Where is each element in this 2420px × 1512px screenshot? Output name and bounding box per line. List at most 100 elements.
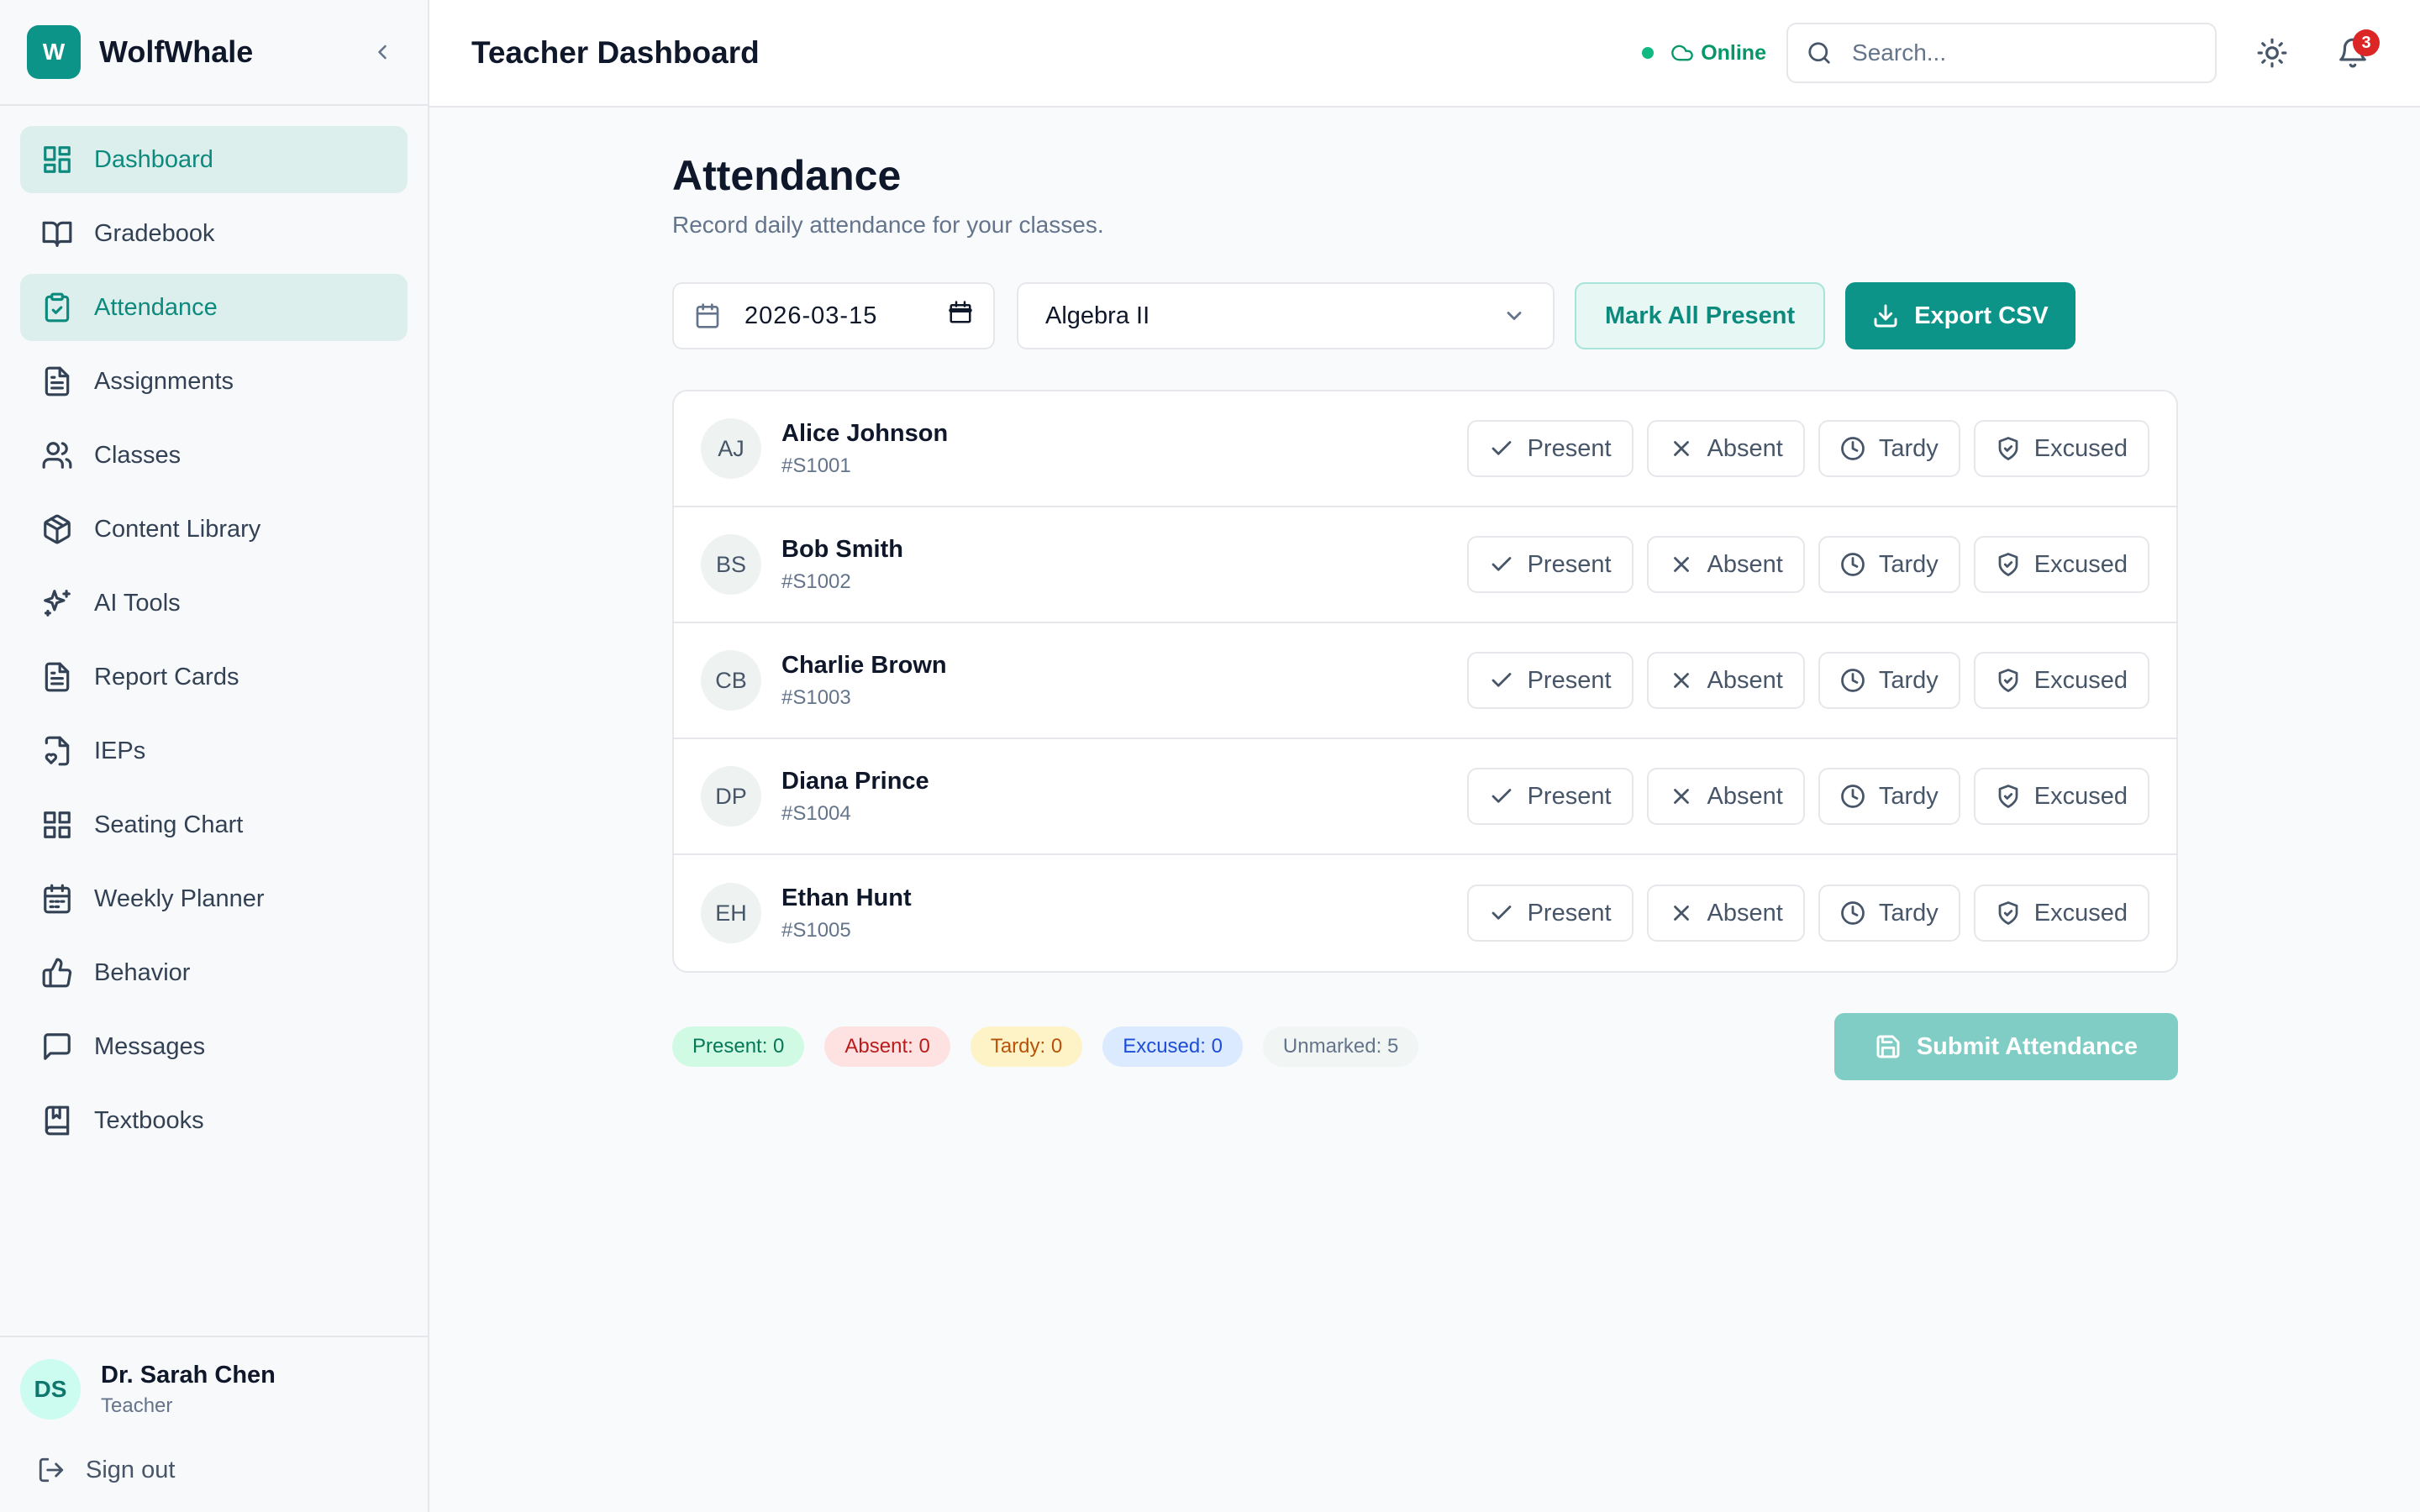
absent-label: Absent <box>1707 899 1783 927</box>
sidebar-item-messages[interactable]: Messages <box>20 1013 408 1080</box>
student-name: Charlie Brown <box>781 651 947 679</box>
present-button[interactable]: Present <box>1466 768 1634 825</box>
tardy-button[interactable]: Tardy <box>1818 652 1960 709</box>
present-label: Present <box>1527 434 1612 462</box>
brand: W WolfWhale <box>0 0 428 106</box>
sidebar-item-label: Classes <box>94 441 182 469</box>
sidebar-item-label: Dashboard <box>94 145 213 173</box>
absent-button[interactable]: Absent <box>1646 536 1805 593</box>
sidebar-item-label: Weekly Planner <box>94 885 265 912</box>
clipboard-check-icon <box>40 291 74 324</box>
submit-attendance-button[interactable]: Submit Attendance <box>1833 1013 2178 1080</box>
sign-out-label: Sign out <box>86 1456 176 1483</box>
absent-button[interactable]: Absent <box>1646 885 1805 942</box>
excused-label: Excused <box>2033 782 2128 810</box>
clock-icon <box>1840 785 1865 808</box>
user-info: Dr. Sarah Chen Teacher <box>101 1362 276 1418</box>
sun-icon <box>2257 38 2287 68</box>
mark-all-present-button[interactable]: Mark All Present <box>1575 282 1826 349</box>
search-box[interactable] <box>1786 23 2217 83</box>
clock-icon <box>1840 669 1865 692</box>
check-icon <box>1491 673 1511 687</box>
book-icon <box>40 1104 74 1137</box>
sidebar-item-weekly-planner[interactable]: Weekly Planner <box>20 865 408 932</box>
tardy-button[interactable]: Tardy <box>1818 420 1960 477</box>
present-button[interactable]: Present <box>1466 536 1634 593</box>
clock-icon <box>1840 553 1865 576</box>
sidebar-item-label: Gradebook <box>94 219 215 247</box>
sidebar-item-classes[interactable]: Classes <box>20 422 408 489</box>
excused-button[interactable]: Excused <box>1973 652 2149 709</box>
collapse-sidebar-button[interactable] <box>364 34 401 71</box>
sidebar-item-textbooks[interactable]: Textbooks <box>20 1087 408 1154</box>
sidebar-item-content-library[interactable]: Content Library <box>20 496 408 563</box>
absent-button[interactable]: Absent <box>1646 768 1805 825</box>
avatar: AJ <box>701 418 761 479</box>
file-text-icon <box>40 365 74 398</box>
date-picker[interactable]: 2026-03-15 <box>672 282 995 349</box>
tardy-button[interactable]: Tardy <box>1818 768 1960 825</box>
absent-button[interactable]: Absent <box>1646 652 1805 709</box>
brand-logo[interactable]: W <box>27 25 81 79</box>
user-role: Teacher <box>101 1394 173 1417</box>
class-select[interactable]: Algebra II <box>1017 282 1555 349</box>
sidebar-item-behavior[interactable]: Behavior <box>20 939 408 1006</box>
excused-label: Excused <box>2033 666 2128 694</box>
student-id: #S1005 <box>781 918 851 942</box>
attendance-subtitle: Record daily attendance for your classes… <box>672 212 1104 238</box>
sidebar-item-report-cards[interactable]: Report Cards <box>20 643 408 711</box>
present-button[interactable]: Present <box>1466 652 1634 709</box>
notifications-button[interactable]: 3 <box>2328 28 2380 78</box>
sidebar-item-label: Messages <box>94 1032 206 1060</box>
shield-check-icon <box>1998 437 2018 460</box>
attendance-toolbar: 2026-03-15 Algebra II Mark All Present E… <box>672 282 2178 349</box>
sidebar-item-assignments[interactable]: Assignments <box>20 348 408 415</box>
layout-grid-icon <box>40 143 74 176</box>
excused-button[interactable]: Excused <box>1973 885 2149 942</box>
export-csv-button[interactable]: Export CSV <box>1845 282 2075 349</box>
x-icon <box>1673 441 1689 456</box>
user-profile[interactable]: DS Dr. Sarah Chen Teacher <box>20 1352 408 1426</box>
calendar-picker-button[interactable] <box>948 300 973 332</box>
excused-button[interactable]: Excused <box>1973 420 2149 477</box>
sidebar-item-label: Textbooks <box>94 1106 204 1134</box>
tardy-button[interactable]: Tardy <box>1818 885 1960 942</box>
sidebar-item-attendance[interactable]: Attendance <box>20 274 408 341</box>
shield-check-icon <box>1998 669 2018 692</box>
excused-button[interactable]: Excused <box>1973 536 2149 593</box>
check-icon <box>1491 557 1511 571</box>
main-content: Attendance Record daily attendance for y… <box>672 108 2178 1080</box>
shield-check-icon <box>1998 553 2018 576</box>
message-square-icon <box>40 1030 74 1063</box>
sidebar-item-label: AI Tools <box>94 589 181 617</box>
student-name: Bob Smith <box>781 535 903 563</box>
calendar-icon <box>696 303 719 328</box>
present-button[interactable]: Present <box>1466 885 1634 942</box>
absent-label: Absent <box>1707 666 1783 694</box>
sidebar-item-seating-chart[interactable]: Seating Chart <box>20 791 408 858</box>
avatar: EH <box>701 883 761 943</box>
online-dot <box>1642 47 1655 59</box>
sidebar-item-gradebook[interactable]: Gradebook <box>20 200 408 267</box>
student-id: #S1001 <box>781 454 851 477</box>
log-out-icon <box>39 1457 64 1483</box>
page-title: Teacher Dashboard <box>471 35 760 70</box>
attendance-title: Attendance <box>672 152 902 199</box>
present-button[interactable]: Present <box>1466 420 1634 477</box>
sidebar-item-dashboard[interactable]: Dashboard <box>20 126 408 193</box>
search-input[interactable] <box>1852 39 2196 66</box>
sidebar-item-ieps[interactable]: IEPs <box>20 717 408 785</box>
student-info: Charlie Brown #S1003 <box>781 652 1454 710</box>
brand-name[interactable]: WolfWhale <box>99 34 364 70</box>
sign-out-button[interactable]: Sign out <box>20 1445 408 1495</box>
student-info: Diana Prince #S1004 <box>781 768 1454 826</box>
sidebar-item-ai-tools[interactable]: AI Tools <box>20 570 408 637</box>
theme-toggle-button[interactable] <box>2247 28 2297 78</box>
book-open-icon <box>40 217 74 250</box>
excused-button[interactable]: Excused <box>1973 768 2149 825</box>
calendar-icon <box>40 882 74 916</box>
attendance-summary: Present: 0 Absent: 0 Tardy: 0 Excused: 0… <box>672 1013 2178 1080</box>
tardy-button[interactable]: Tardy <box>1818 536 1960 593</box>
table-row: DP Diana Prince #S1004 Present Absent Tardy Ex… <box>674 739 2176 855</box>
absent-button[interactable]: Absent <box>1646 420 1805 477</box>
